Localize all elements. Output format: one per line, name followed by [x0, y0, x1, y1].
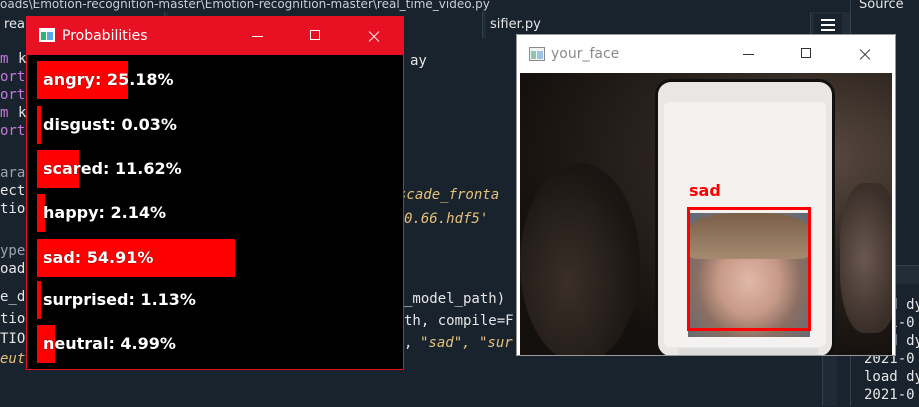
minimize-button[interactable] [229, 17, 287, 55]
code-string: eut [0, 351, 26, 367]
your-face-window[interactable]: your_face sad [516, 34, 896, 356]
code-fragment: tio [0, 201, 26, 217]
emotion-label: angry: 25.18% [43, 70, 174, 89]
code-string: "sad", "sur [420, 335, 513, 351]
face-detection-box [687, 207, 811, 331]
your-face-titlebar[interactable]: your_face [517, 35, 895, 73]
minimize-button[interactable] [720, 35, 778, 73]
background-hand [840, 183, 892, 333]
detected-emotion-label: sad [689, 181, 721, 200]
code-fragment: ype [0, 243, 26, 259]
source-panel-label[interactable]: Source [859, 0, 904, 12]
file-path-bar: oads\Emotion-recognition-master\Emotion-… [0, 0, 919, 12]
close-button[interactable] [836, 35, 894, 73]
code-fragment: e_d [0, 289, 26, 305]
maximize-button[interactable] [287, 17, 345, 55]
menu-icon [821, 19, 835, 21]
probability-bar [37, 106, 41, 144]
code-fragment: tio [0, 311, 26, 327]
code-keyword: ort [0, 123, 26, 139]
code-fragment: _model_path) [404, 291, 506, 307]
emotion-label: neutral: 4.99% [43, 334, 176, 353]
console-line: load dy [864, 369, 919, 385]
code-fragment: TIO [0, 331, 26, 347]
phone-caption-bar [678, 348, 818, 355]
close-button[interactable] [345, 17, 403, 55]
emotion-label: scared: 11.62% [43, 159, 182, 178]
code-keyword: ort [0, 87, 26, 103]
app-window-icon [39, 28, 55, 42]
app-window-icon [529, 47, 545, 61]
code-string: 0.66.hdf5' [404, 211, 489, 227]
code-fragment: ay [410, 53, 427, 69]
code-fragment: th, compile=F [404, 313, 514, 329]
window-title: Probabilities [62, 28, 148, 44]
options-menu-button[interactable] [814, 14, 842, 36]
code-fragment: , [404, 335, 421, 351]
probabilities-window[interactable]: Probabilities angry: 25.18% disgust: 0.0… [26, 16, 404, 370]
code-fragment: ara [0, 165, 26, 181]
window-title: your_face [551, 46, 620, 62]
emotion-label: disgust: 0.03% [43, 115, 177, 134]
probabilities-canvas: angry: 25.18% disgust: 0.03% scared: 11.… [27, 55, 403, 369]
console-line: 2021-0 [864, 387, 915, 403]
emotion-label: sad: 54.91% [43, 248, 154, 267]
code-keyword: m [0, 105, 9, 121]
emotion-label: surprised: 1.13% [43, 290, 196, 309]
probability-bar [37, 281, 41, 319]
maximize-button[interactable] [778, 35, 836, 73]
code-fragment: ect [0, 183, 26, 199]
webcam-feed: sad [520, 73, 892, 355]
probabilities-titlebar[interactable]: Probabilities [27, 17, 403, 55]
code-fragment: oad [0, 261, 26, 277]
code-string: scade_fronta [398, 187, 500, 203]
emotion-label: happy: 2.14% [43, 203, 166, 222]
code-keyword: ort [0, 69, 26, 85]
code-keyword: m [0, 51, 9, 67]
background-person-silhouette [520, 163, 640, 355]
